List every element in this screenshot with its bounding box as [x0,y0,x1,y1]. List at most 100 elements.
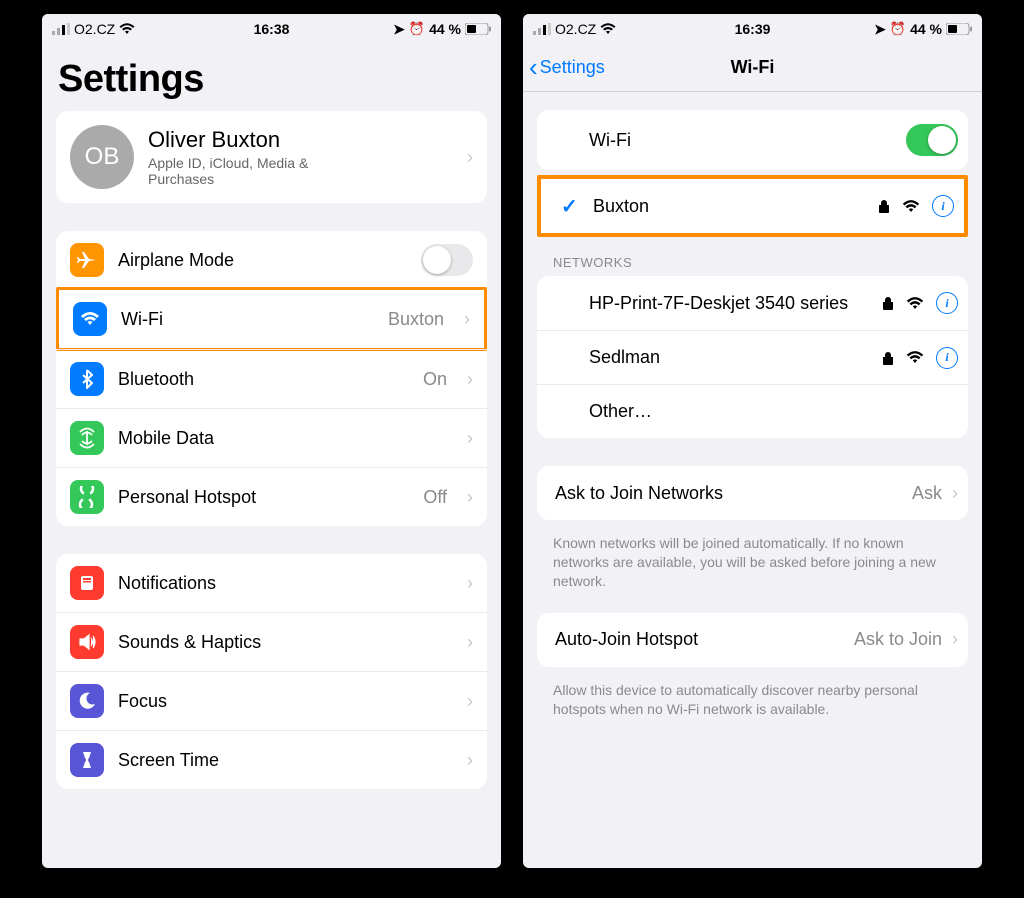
ask-join-card[interactable]: Ask to Join Networks Ask › [537,466,968,520]
wifi-label: Wi-Fi [589,129,896,152]
lock-icon [882,351,894,365]
ask-join-footer: Known networks will be joined automatica… [553,534,952,591]
row-value: Off [423,487,447,508]
mobiledata-icon [70,421,104,455]
profile-card[interactable]: OB Oliver Buxton Apple ID, iCloud, Media… [56,111,487,203]
wifi-toggle[interactable] [906,124,958,156]
notifications-icon [70,566,104,600]
avatar: OB [70,125,134,189]
info-button[interactable]: i [936,347,958,369]
networks-card: HP-Print-7F-Deskjet 3540 seriesi Sedlman i… [537,276,968,438]
row-value: On [423,369,447,390]
row-label: Screen Time [118,750,453,771]
location-icon: ➤ [393,21,405,38]
chevron-right-icon: › [467,487,473,508]
chevron-right-icon: › [952,483,958,504]
screentime-icon [70,743,104,777]
battery-icon [946,23,972,35]
ask-join-value: Ask [912,483,942,504]
alarm-icon: ⏰ [409,21,425,37]
airplane-icon [70,243,104,277]
connected-network-highlight: ✓ Buxton i [537,175,968,237]
battery-pct: 44 % [429,21,461,37]
lock-icon [878,199,890,213]
wifi-icon [73,302,107,336]
chevron-right-icon: › [464,309,470,330]
wifi-strength-icon [906,297,924,310]
settings-row-hotspot[interactable]: Personal Hotspot Off › [56,467,487,526]
wifi-toggle-card: Wi-Fi [537,110,968,170]
wifi-strength-icon [902,200,920,213]
network-name: Other… [589,400,958,423]
nav-title: Wi-Fi [731,57,775,78]
nav-bar: ‹ Settings Wi-Fi [523,44,982,92]
row-value: Buxton [388,309,444,330]
bluetooth-icon [70,362,104,396]
chevron-left-icon: ‹ [529,52,538,83]
wifi-screen: O2.CZ 16:39 ➤ ⏰ 44 % ‹ Settings Wi-Fi Wi… [523,14,982,868]
settings-row-focus[interactable]: Focus› [56,671,487,730]
page-title: Settings [58,58,485,101]
signal-icon [52,23,70,35]
connected-network-name: Buxton [593,195,868,218]
profile-subtitle: Apple ID, iCloud, Media & Purchases [148,155,378,187]
chevron-right-icon: › [467,428,473,449]
back-label: Settings [540,57,605,78]
checkmark-icon: ✓ [561,194,578,219]
ask-join-label: Ask to Join Networks [555,482,902,505]
settings-row-bluetooth[interactable]: Bluetooth On › [56,349,487,408]
settings-row-screentime[interactable]: Screen Time › [56,730,487,789]
auto-hotspot-label: Auto-Join Hotspot [555,628,844,651]
wifi-strength-icon [906,351,924,364]
auto-hotspot-footer: Allow this device to automatically disco… [553,681,952,719]
settings-screen: O2.CZ 16:38 ➤ ⏰ 44 % Settings OB Oliver … [42,14,501,868]
info-button[interactable]: i [932,195,954,217]
sounds-icon [70,625,104,659]
info-button[interactable]: i [936,292,958,314]
row-label: Personal Hotspot [118,487,409,508]
row-label: Bluetooth [118,369,409,390]
chevron-right-icon: › [467,147,473,168]
profile-name: Oliver Buxton [148,127,378,153]
network-row[interactable]: HP-Print-7F-Deskjet 3540 seriesi [537,276,968,330]
auto-hotspot-value: Ask to Join [854,629,942,650]
back-button[interactable]: ‹ Settings [529,52,605,83]
lock-icon [882,296,894,310]
connected-network-row[interactable]: ✓ Buxton i [541,179,964,233]
carrier-label: O2.CZ [74,21,115,37]
row-label: Airplane Mode [118,250,407,271]
settings-row-sounds[interactable]: Sounds & Haptics › [56,612,487,671]
signal-icon [533,23,551,35]
chevron-right-icon: › [467,750,473,771]
hotspot-icon [70,480,104,514]
network-name: Sedlman [589,346,872,369]
status-bar: O2.CZ 16:39 ➤ ⏰ 44 % [523,14,982,44]
location-icon: ➤ [874,21,886,38]
focus-icon [70,684,104,718]
settings-row-notifications[interactable]: Notifications › [56,554,487,612]
battery-pct: 44 % [910,21,942,37]
chevron-right-icon: › [467,369,473,390]
airplane-toggle[interactable] [421,244,473,276]
chevron-right-icon: › [467,573,473,594]
status-bar: O2.CZ 16:38 ➤ ⏰ 44 % [42,14,501,44]
settings-group-connectivity: Airplane ModeWi-FiBuxton›BluetoothOn›Mob… [56,231,487,526]
settings-row-airplane[interactable]: Airplane Mode [56,231,487,289]
wifi-toggle-row: Wi-Fi [537,110,968,170]
chevron-right-icon: › [467,632,473,653]
settings-row-mobiledata[interactable]: Mobile Data› [56,408,487,467]
auto-hotspot-card[interactable]: Auto-Join Hotspot Ask to Join › [537,613,968,667]
other-network-row[interactable]: Other… [537,384,968,438]
settings-group-notifications: Notifications›Sounds & Haptics›Focus›Scr… [56,554,487,789]
carrier-label: O2.CZ [555,21,596,37]
chevron-right-icon: › [952,629,958,650]
row-label: Sounds & Haptics [118,632,453,653]
settings-row-wifi[interactable]: Wi-Fi Buxton › [56,287,487,351]
networks-header: NETWORKS [553,255,952,270]
row-label: Wi-Fi [121,309,374,330]
battery-icon [465,23,491,35]
alarm-icon: ⏰ [890,21,906,37]
row-label: Notifications [118,573,453,594]
network-row[interactable]: Sedlman i [537,330,968,384]
wifi-icon [600,23,616,35]
